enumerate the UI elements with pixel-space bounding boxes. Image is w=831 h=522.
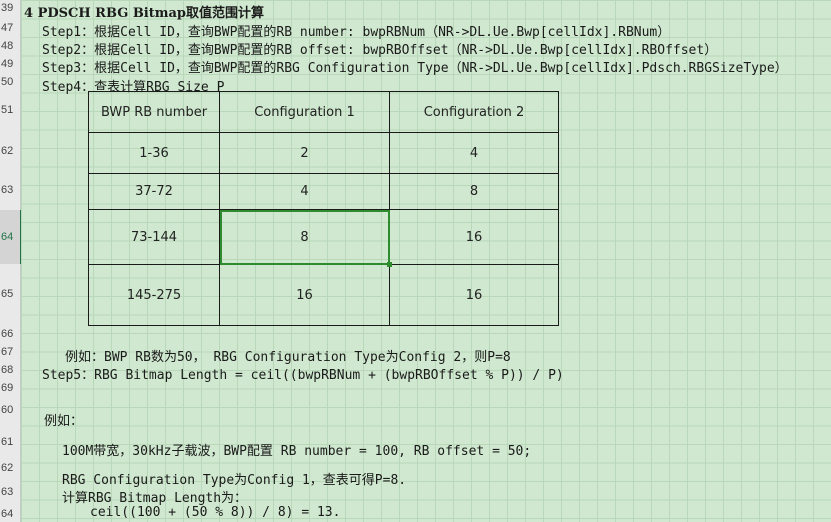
table-row: 37-72 4 8	[88, 173, 559, 210]
row-number[interactable]: 65	[0, 288, 21, 300]
row-number[interactable]: 62	[0, 145, 21, 157]
row-number[interactable]: 67	[0, 346, 21, 358]
row-number[interactable]: 66	[0, 328, 21, 340]
table-row: 145-275 16 16	[88, 264, 559, 326]
row-number[interactable]: 60	[0, 404, 21, 416]
section-heading[interactable]: 4 PDSCH RBG Bitmap取值范围计算	[24, 2, 264, 21]
table-cell[interactable]: 16	[389, 264, 559, 326]
rbg-size-table: BWP RB number Configuration 1 Configurat…	[88, 91, 559, 326]
table-header-cell[interactable]: Configuration 1	[219, 91, 390, 133]
row-number[interactable]: 50	[0, 76, 21, 88]
step1-text[interactable]: Step1：根据Cell ID，查询BWP配置的RB number: bwpRB…	[42, 21, 670, 40]
table-cell[interactable]: 73-144	[88, 209, 220, 265]
table-cell[interactable]: 16	[389, 209, 559, 265]
table-row: 1-36 2 4	[88, 132, 559, 174]
table-cell[interactable]: 2	[219, 132, 390, 174]
example1-text[interactable]: 例如：BWP RB数为50， RBG Configuration Type为Co…	[65, 346, 511, 365]
table-header-cell[interactable]: BWP RB number	[88, 91, 220, 133]
example-line-b[interactable]: RBG Configuration Type为Config 1，查表可得P=8.	[62, 469, 406, 488]
table-cell[interactable]: 145-275	[88, 264, 220, 326]
row-number[interactable]: 48	[0, 40, 21, 52]
row-number-active[interactable]: 64	[0, 210, 22, 264]
selected-cell[interactable]: 8	[219, 209, 393, 268]
table-cell[interactable]: 1-36	[88, 132, 220, 174]
row-number[interactable]: 64	[0, 508, 21, 520]
example-heading[interactable]: 例如：	[44, 410, 83, 429]
row-number[interactable]: 61	[0, 436, 21, 448]
example-line-d[interactable]: ceil((100 + (50 % 8)) / 8) = 13.	[90, 505, 340, 520]
row-header-column: 39 47 48 49 50 51 62 63 64 65 66 67 68 6…	[0, 0, 22, 522]
table-cell[interactable]: 37-72	[88, 173, 220, 210]
worksheet-grid[interactable]: 4 PDSCH RBG Bitmap取值范围计算 Step1：根据Cell ID…	[21, 0, 831, 522]
table-cell[interactable]: 16	[219, 264, 390, 326]
row-number[interactable]: 39	[0, 2, 21, 14]
row-number[interactable]: 49	[0, 58, 21, 70]
row-number[interactable]: 63	[0, 184, 21, 196]
row-number[interactable]: 47	[0, 22, 21, 34]
table-cell[interactable]: 4	[389, 132, 559, 174]
step3-text[interactable]: Step3：根据Cell ID，查询BWP配置的RBG Configuratio…	[42, 57, 788, 76]
row-number[interactable]: 51	[0, 104, 21, 116]
row-number[interactable]: 68	[0, 364, 21, 376]
example-line-a[interactable]: 100M带宽，30kHz子载波，BWP配置 RB number = 100, R…	[62, 440, 531, 459]
step2-text[interactable]: Step2：根据Cell ID，查询BWP配置的RB offset: bwpRB…	[42, 39, 717, 58]
table-header-cell[interactable]: Configuration 2	[389, 91, 559, 133]
table-cell[interactable]: 4	[219, 173, 390, 210]
table-cell[interactable]: 8	[389, 173, 559, 210]
table-row: 73-144 8 16	[88, 209, 559, 268]
row-number[interactable]: 69	[0, 382, 21, 394]
example-line-c[interactable]: 计算RBG Bitmap Length为：	[62, 487, 247, 506]
row-number[interactable]: 62	[0, 462, 21, 474]
step5-text[interactable]: Step5：RBG Bitmap Length = ceil((bwpRBNum…	[42, 364, 564, 383]
row-number[interactable]: 63	[0, 486, 21, 498]
